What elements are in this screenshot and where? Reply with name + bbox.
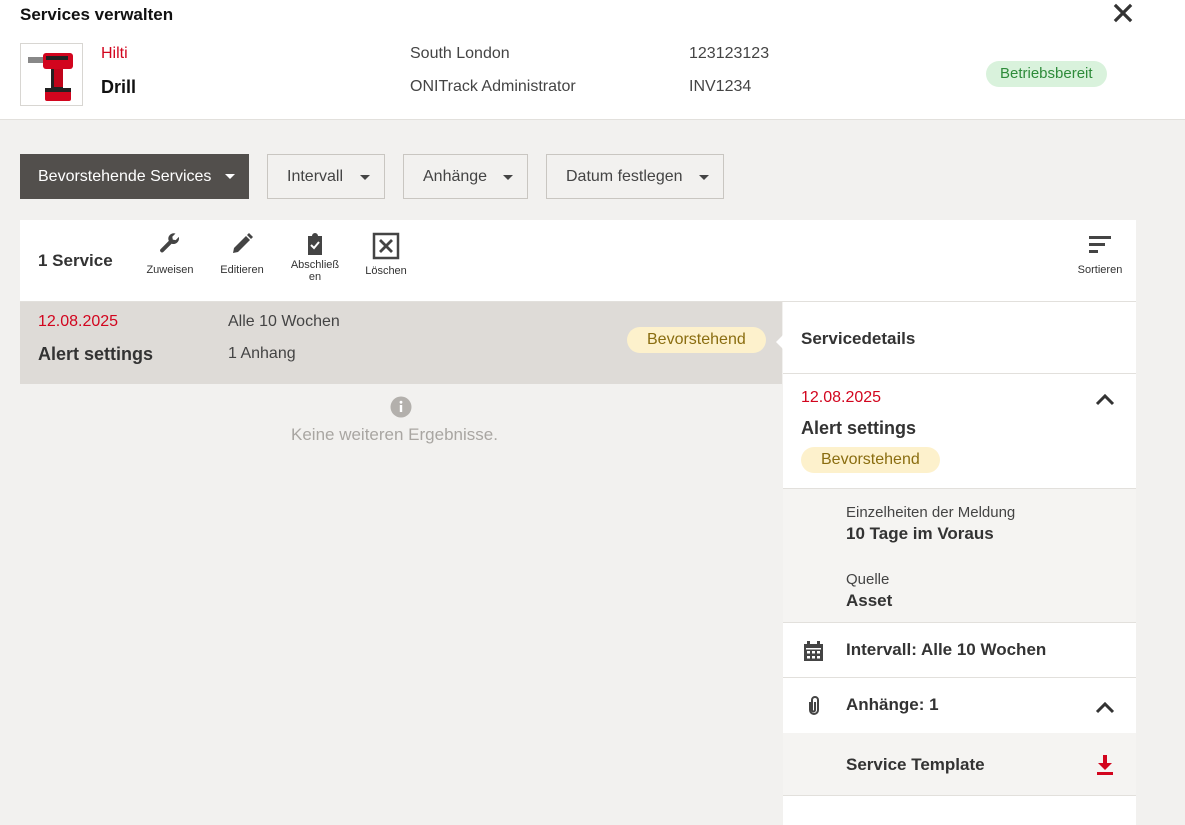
attachments-filter-dropdown[interactable]: Anhänge — [403, 154, 528, 199]
product-name: Drill — [101, 77, 137, 97]
asset-inventory-number: INV1234 — [689, 78, 752, 95]
details-header: Servicedetails — [783, 302, 1136, 374]
complete-label-line1: Abschließ — [290, 259, 340, 271]
details-service-summary: 12.08.2025 Alert settings Bevorstehend — [783, 374, 1136, 489]
table-row[interactable]: 12.08.2025 Alert settings Alle 10 Wochen… — [20, 302, 782, 384]
source-value: Asset — [846, 591, 893, 610]
info-icon — [390, 396, 412, 423]
product-image — [20, 43, 83, 106]
chevron-up-icon[interactable] — [1095, 700, 1115, 719]
caret-down-icon — [225, 174, 235, 179]
source-label: Quelle — [846, 571, 890, 588]
details-notification-info: Einzelheiten der Meldung 10 Tage im Vora… — [783, 489, 1136, 623]
sort-label: Sortieren — [1077, 264, 1123, 276]
details-title: Servicedetails — [801, 329, 916, 348]
page-title: Services verwalten — [20, 5, 174, 24]
caret-down-icon — [699, 175, 709, 180]
download-icon[interactable] — [1095, 754, 1115, 781]
no-more-results: Keine weiteren Ergebnisse. — [291, 425, 498, 444]
wrench-icon — [160, 233, 180, 253]
date-filter-dropdown[interactable]: Datum festlegen — [546, 154, 724, 199]
delete-label: Löschen — [365, 265, 407, 277]
chevron-up-icon[interactable] — [1095, 392, 1115, 411]
assign-label: Zuweisen — [146, 264, 194, 276]
delete-button[interactable]: Löschen — [355, 232, 417, 277]
complete-label-line2: en — [308, 271, 322, 283]
service-details-panel: Servicedetails 12.08.2025 Alert settings… — [776, 302, 1136, 825]
attachment-item: Service Template — [783, 733, 1136, 796]
action-toolbar: 1 Service Zuweisen Editieren Abschließ e… — [20, 220, 1136, 302]
service-status-badge: Bevorstehend — [627, 327, 766, 353]
assign-button[interactable]: Zuweisen — [139, 232, 201, 276]
caret-down-icon — [360, 175, 370, 180]
complete-label: Abschließ en — [284, 259, 346, 283]
calendar-icon — [803, 641, 824, 667]
service-name: Alert settings — [38, 344, 154, 364]
details-date: 12.08.2025 — [801, 389, 882, 406]
asset-location: South London — [410, 45, 510, 62]
attachments-filter-label: Anhänge — [423, 167, 488, 185]
pencil-icon — [233, 233, 253, 253]
asset-owner: ONITrack Administrator — [410, 78, 576, 95]
notice-label: Einzelheiten der Meldung — [846, 504, 1016, 521]
caret-down-icon — [503, 175, 513, 180]
complete-button[interactable]: Abschließ en — [284, 232, 346, 283]
details-service-name: Alert settings — [801, 418, 917, 438]
product-brand: Hilti — [101, 45, 128, 62]
service-attachments: 1 Anhang — [228, 345, 296, 362]
service-date: 12.08.2025 — [38, 313, 119, 330]
sort-button[interactable]: Sortieren — [1069, 232, 1131, 276]
details-attachments-row[interactable]: Anhänge: 1 — [783, 678, 1136, 733]
services-filter-label: Bevorstehende Services — [38, 167, 212, 185]
delete-box-icon — [372, 232, 400, 260]
details-attachments: Anhänge: 1 — [846, 695, 939, 714]
asset-header: Services verwalten Hilti Drill South Lon… — [0, 0, 1185, 120]
asset-serial-number: 123123123 — [689, 45, 770, 62]
interval-filter-dropdown[interactable]: Intervall — [267, 154, 385, 199]
sort-icon — [1089, 236, 1111, 253]
date-filter-label: Datum festlegen — [566, 167, 683, 185]
paperclip-icon — [805, 695, 823, 722]
status-badge: Betriebsbereit — [986, 61, 1107, 87]
interval-filter-label: Intervall — [287, 167, 344, 185]
clipboard-check-icon — [308, 233, 322, 255]
details-status-badge: Bevorstehend — [801, 447, 940, 473]
close-icon[interactable] — [1112, 2, 1134, 24]
notice-value: 10 Tage im Voraus — [846, 524, 994, 543]
edit-label: Editieren — [220, 264, 264, 276]
details-interval-row: Intervall: Alle 10 Wochen — [783, 623, 1136, 678]
service-count: 1 Service — [38, 251, 113, 270]
panel-pointer — [776, 335, 783, 349]
details-interval: Intervall: Alle 10 Wochen — [846, 640, 1047, 659]
services-filter-dropdown[interactable]: Bevorstehende Services — [20, 154, 249, 199]
service-interval: Alle 10 Wochen — [228, 313, 340, 330]
attachment-name: Service Template — [846, 755, 985, 774]
edit-button[interactable]: Editieren — [211, 232, 273, 276]
